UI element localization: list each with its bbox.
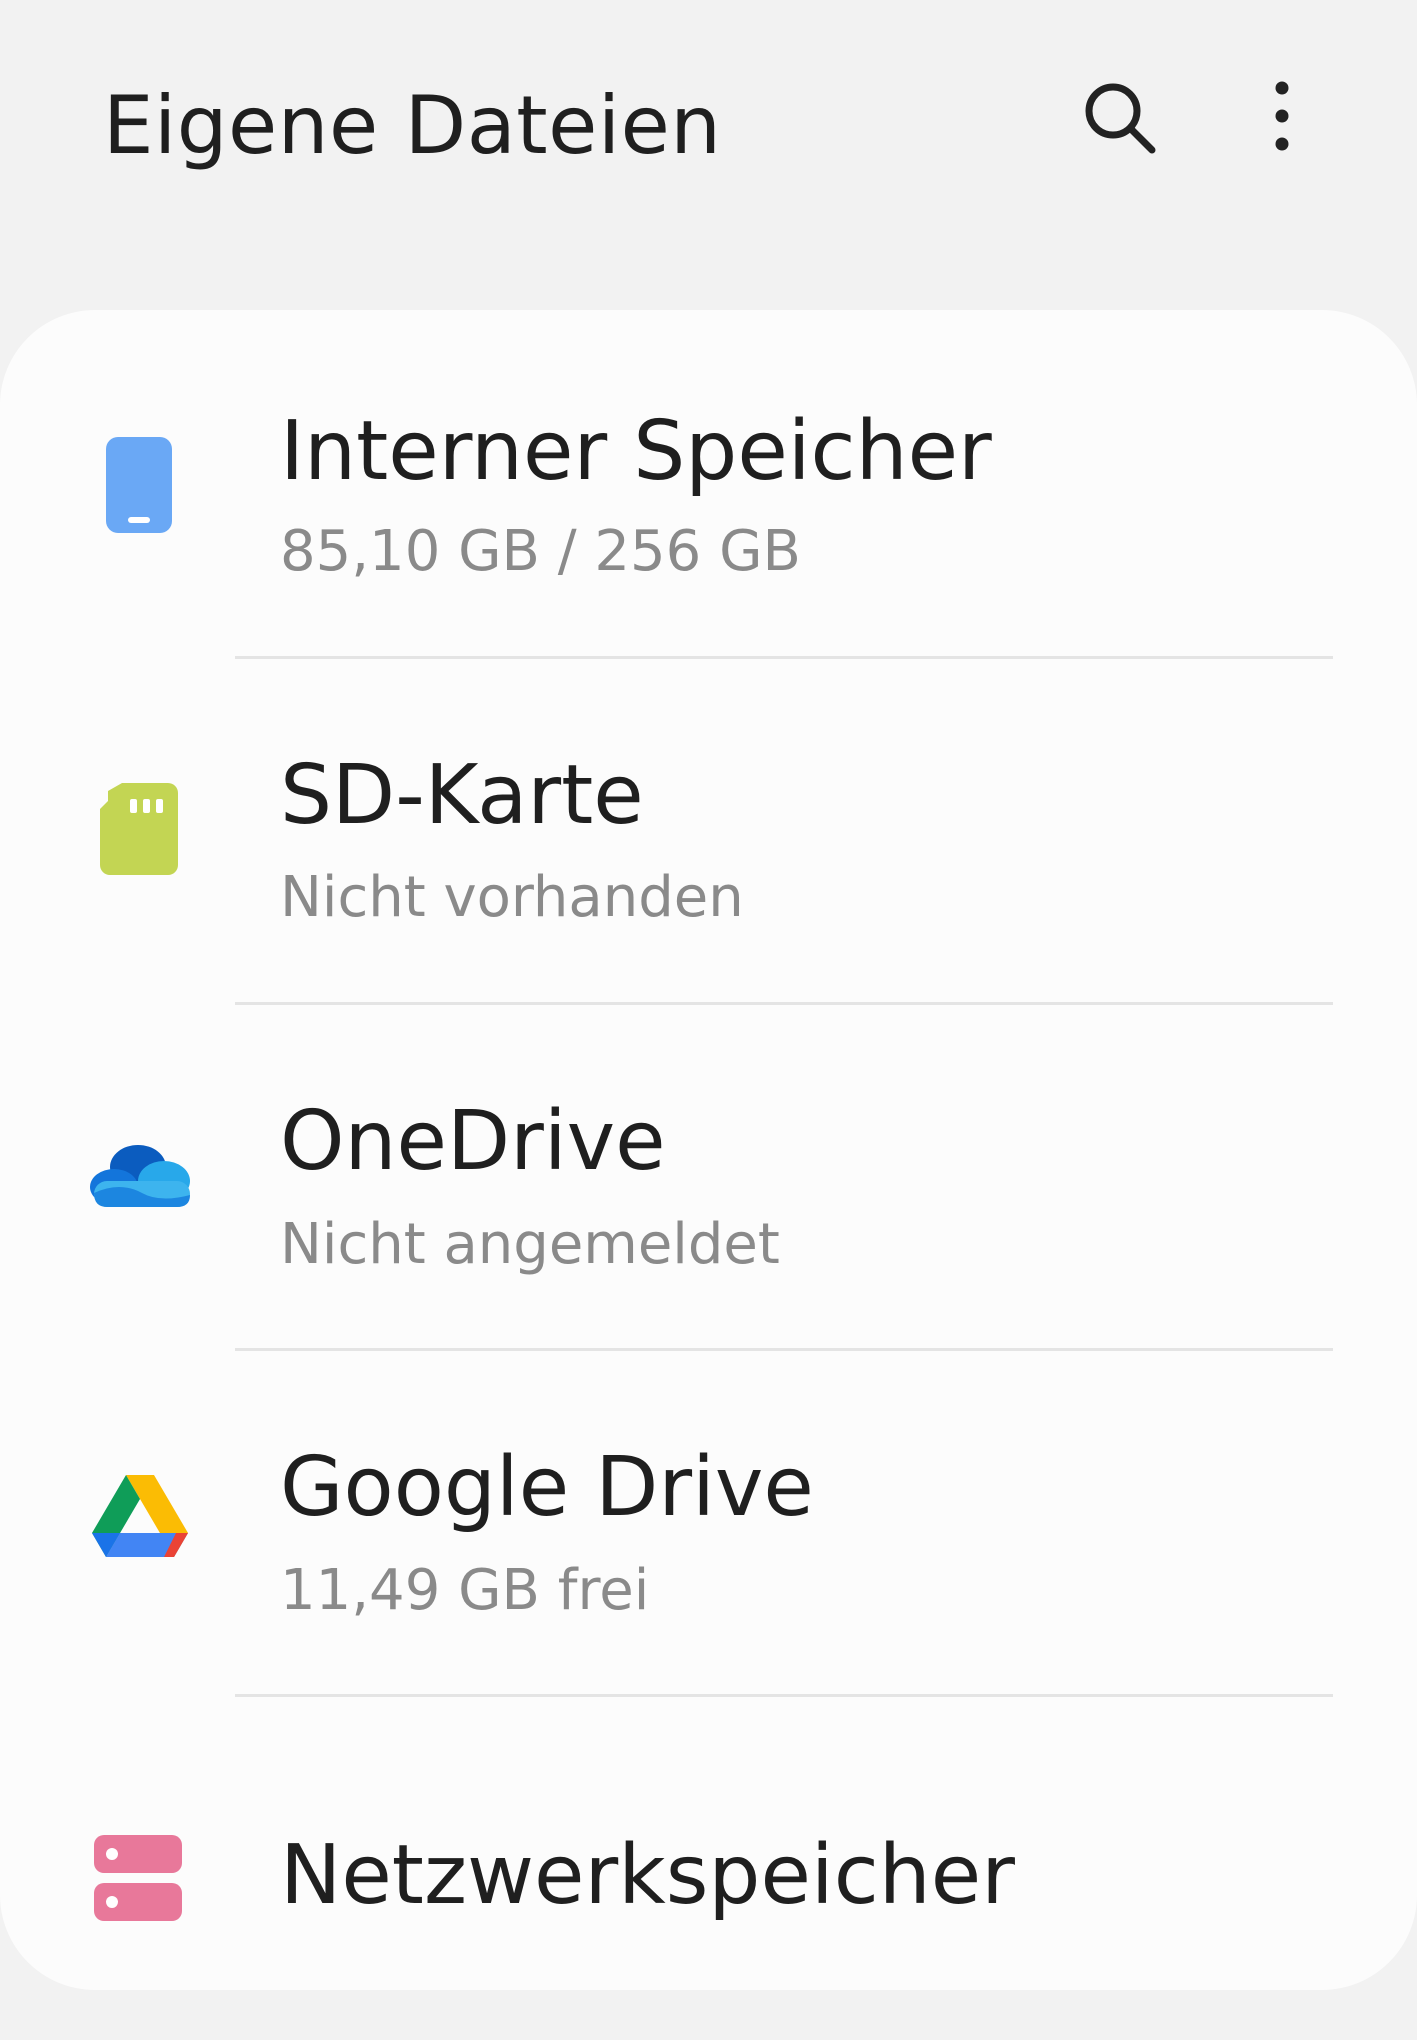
list-item-network-storage[interactable]: Netzwerkspeicher [0,1694,1417,2040]
item-title: OneDrive [280,1094,666,1189]
item-subtitle: Nicht angemeldet [280,1212,780,1277]
more-options-button[interactable] [1232,68,1332,168]
item-subtitle: 85,10 GB / 256 GB [280,519,801,584]
list-item-sd-card[interactable]: SD-Karte Nicht vorhanden [0,656,1417,1002]
search-button[interactable] [1070,68,1170,168]
item-subtitle: 11,49 GB frei [280,1558,650,1623]
onedrive-icon [80,1115,200,1235]
search-icon [1085,83,1156,154]
item-title: SD-Karte [280,748,644,843]
sd-card-icon [80,769,200,889]
list-item-google-drive[interactable]: Google Drive 11,49 GB frei [0,1348,1417,1694]
app-header: Eigene Dateien [0,0,1417,250]
google-drive-icon [80,1461,200,1581]
phone-storage-icon [80,425,200,545]
network-storage-icon [80,1819,200,1939]
item-title: Google Drive [280,1440,814,1535]
list-item-internal-storage[interactable]: Interner Speicher 85,10 GB / 256 GB [0,310,1417,656]
list-item-onedrive[interactable]: OneDrive Nicht angemeldet [0,1002,1417,1348]
item-title: Netzwerkspeicher [280,1828,1015,1923]
storage-list: Interner Speicher 85,10 GB / 256 GB SD-K… [0,310,1417,1990]
more-vert-icon [1275,81,1289,151]
item-title: Interner Speicher [280,404,992,499]
item-subtitle: Nicht vorhanden [280,865,744,930]
page-title: Eigene Dateien [103,79,722,172]
